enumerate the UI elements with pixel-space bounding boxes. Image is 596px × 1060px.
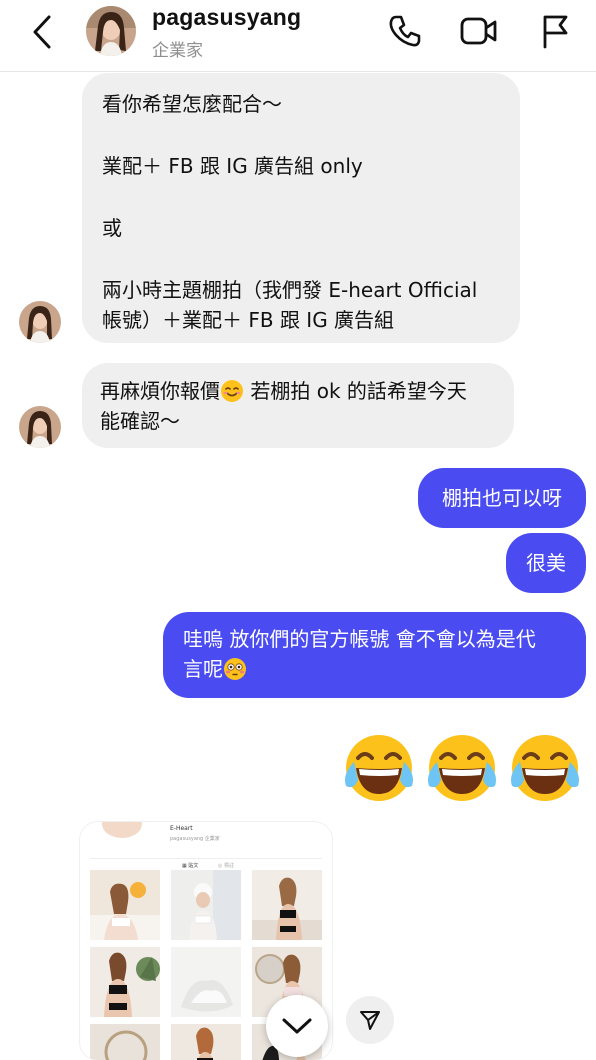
photo-thumbnail — [252, 870, 322, 940]
tab-posts: ▦ 貼文 — [182, 863, 199, 869]
tab-tagged: ◎ 標註 — [218, 863, 234, 869]
contact-username[interactable]: pagasusyang — [152, 4, 301, 31]
message-outgoing[interactable]: 很美 — [506, 533, 586, 593]
message-incoming[interactable]: 看你希望怎麼配合～ 業配＋ FB 跟 IG 廣告組 only 或 兩小時主題棚拍… — [82, 73, 520, 343]
phone-icon — [389, 15, 421, 47]
sender-avatar[interactable] — [19, 301, 61, 343]
message-text: 很美 — [526, 551, 566, 575]
contact-subtitle: 企業家 — [152, 41, 203, 61]
shared-profile-name: E-Heart — [170, 825, 193, 832]
message-outgoing[interactable]: 棚拍也可以呀 — [418, 468, 586, 528]
back-button[interactable] — [24, 10, 60, 54]
paper-plane-icon — [360, 1011, 380, 1030]
message-text: 看你希望怎麼配合～ — [102, 92, 282, 116]
message-outgoing[interactable]: 哇嗚 放你們的官方帳號 會不會以為是代 言呢 — [163, 612, 586, 698]
tears-of-joy-emoji-icon — [428, 735, 496, 801]
smiling-emoji-icon — [221, 380, 243, 402]
sender-avatar[interactable] — [19, 406, 61, 448]
shared-profile-header: E-Heart pagasusyang 企業家 — [80, 822, 332, 858]
photo-thumbnail — [90, 1024, 160, 1060]
message-text: 再麻煩你報價 — [100, 379, 220, 403]
message-text: 言呢 — [183, 657, 223, 681]
photo-thumbnail — [171, 870, 241, 940]
flag-icon — [543, 15, 568, 49]
photo-thumbnail — [90, 870, 160, 940]
report-button[interactable] — [534, 10, 576, 52]
message-incoming[interactable]: 再麻煩你報價 若棚拍 ok 的話希望今天 能確認～ — [82, 363, 514, 448]
shared-profile-handle: pagasusyang 企業家 — [170, 836, 220, 842]
tears-of-joy-emoji-icon — [345, 735, 413, 801]
message-text: 若棚拍 ok 的話希望今天 — [244, 379, 467, 403]
message-text: 棚拍也可以呀 — [442, 486, 562, 510]
message-text: 或 — [102, 216, 122, 240]
message-text: 哇嗚 放你們的官方帳號 會不會以為是代 — [183, 627, 536, 651]
contact-avatar[interactable] — [86, 6, 136, 56]
flushed-emoji-icon — [224, 658, 246, 680]
video-call-button[interactable] — [458, 10, 500, 52]
video-camera-icon — [460, 17, 497, 45]
chevron-left-icon — [33, 15, 51, 49]
message-text: 業配＋ FB 跟 IG 廣告組 only — [102, 154, 363, 178]
photo-thumbnail — [171, 1024, 241, 1060]
photo-thumbnail — [90, 947, 160, 1017]
chevron-down-icon — [282, 1018, 312, 1034]
call-button[interactable] — [384, 10, 426, 52]
message-text: 帳號）＋業配＋ FB 跟 IG 廣告組 — [102, 308, 395, 332]
message-text: 兩小時主題棚拍（我們發 E-heart Official — [102, 278, 478, 302]
profile-photo — [102, 822, 142, 838]
chat-header: pagasusyang 企業家 — [0, 0, 596, 72]
tears-of-joy-emoji-icon — [511, 735, 579, 801]
message-text: 能確認～ — [100, 409, 180, 433]
scroll-to-bottom-button[interactable] — [266, 995, 328, 1057]
photo-thumbnail — [171, 947, 241, 1017]
share-button[interactable] — [346, 996, 394, 1044]
